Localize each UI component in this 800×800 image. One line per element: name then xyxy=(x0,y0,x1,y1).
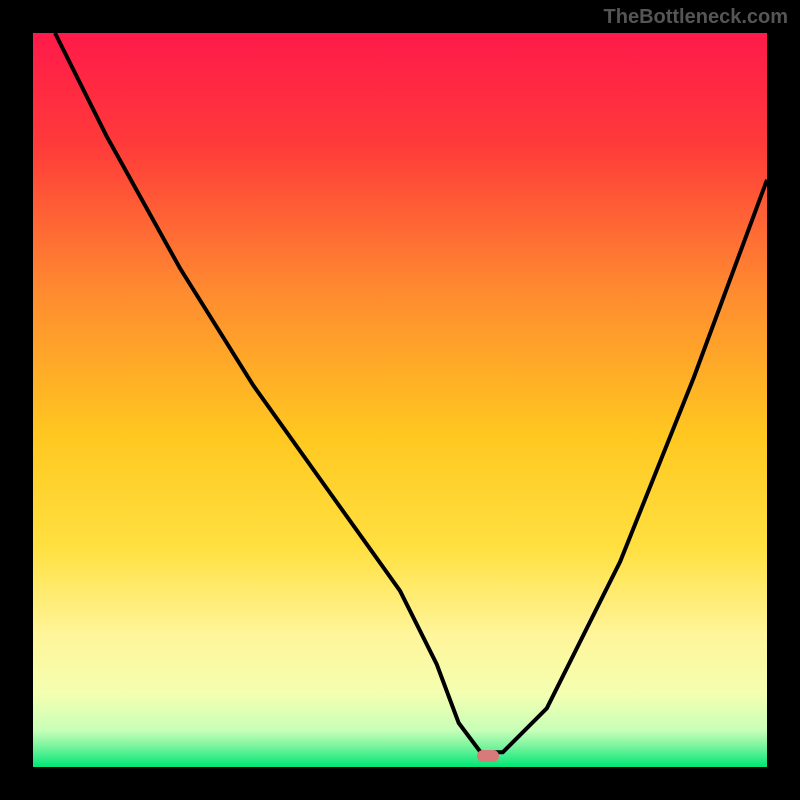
watermark-text: TheBottleneck.com xyxy=(604,6,788,29)
minimum-marker xyxy=(477,750,499,762)
chart-container: TheBottleneck.com xyxy=(0,0,800,800)
plot-area xyxy=(33,33,767,767)
bottleneck-curve xyxy=(33,33,767,767)
